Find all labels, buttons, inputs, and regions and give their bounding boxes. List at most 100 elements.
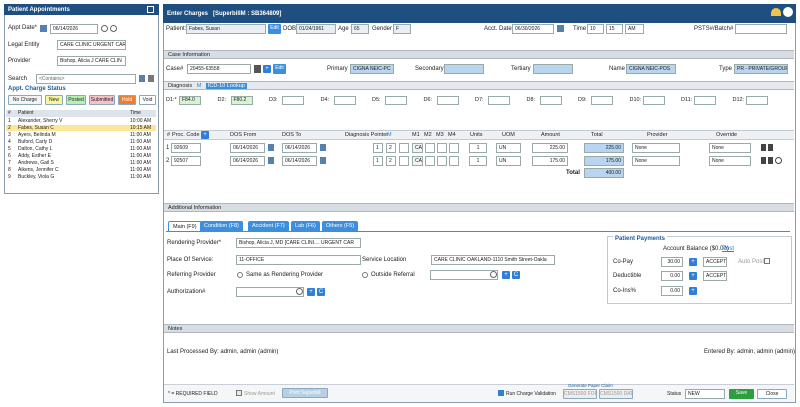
- modifier-2-input[interactable]: [425, 143, 435, 153]
- appointment-row[interactable]: 6 Addy, Esther E 11:00 AM: [6, 153, 156, 159]
- dos-to-input[interactable]: 06/14/2026: [282, 143, 317, 153]
- pointer-1-input[interactable]: 1: [373, 143, 383, 153]
- status-void-button[interactable]: Void: [139, 95, 156, 105]
- appointment-row[interactable]: 7 Andrews, Gail S 11:00 AM: [6, 160, 156, 166]
- icd-lookup-button[interactable]: ICD-10 Lookup: [205, 83, 247, 89]
- dos-from-input[interactable]: 06/14/2026: [230, 156, 265, 166]
- save-button[interactable]: Save: [729, 389, 754, 399]
- next-day-icon[interactable]: [110, 25, 117, 32]
- provider-select[interactable]: None: [632, 156, 680, 166]
- psts-input[interactable]: [735, 24, 787, 34]
- uom-select[interactable]: UN: [496, 143, 521, 153]
- referring-lookup-icon[interactable]: [490, 271, 497, 278]
- same-as-rendering-radio[interactable]: [237, 272, 243, 278]
- dx-input[interactable]: [282, 96, 304, 105]
- dos-to-input[interactable]: 06/14/2026: [282, 156, 317, 166]
- hour-select[interactable]: 10: [587, 24, 604, 34]
- tab-others-f[interactable]: Others (F5): [322, 221, 359, 231]
- ampm-select[interactable]: AM: [625, 24, 644, 34]
- add-row-icon[interactable]: [775, 157, 782, 164]
- patient-edit-button[interactable]: Edit: [268, 24, 281, 34]
- modifier-4-input[interactable]: [449, 143, 459, 153]
- dos-from-calendar-icon[interactable]: [268, 157, 274, 164]
- appointment-row[interactable]: 9 Buckley, Viola G 11:00 AM: [6, 174, 156, 180]
- case-input[interactable]: 20455-63558: [187, 64, 251, 74]
- case-edit-button[interactable]: Edit: [273, 64, 286, 74]
- status-posted-button[interactable]: Posted: [66, 95, 86, 105]
- status-hold-button[interactable]: Hold: [118, 95, 136, 105]
- deductible-input[interactable]: 0.00: [661, 271, 683, 281]
- dos-to-calendar-icon[interactable]: [320, 144, 326, 151]
- calendar-small-icon[interactable]: [139, 75, 145, 82]
- minute-select[interactable]: 15: [606, 24, 623, 34]
- copy-icon[interactable]: [761, 144, 766, 151]
- copay-input[interactable]: 30.00: [661, 257, 683, 267]
- run-validation-checkbox[interactable]: [498, 390, 504, 396]
- legal-entity-select[interactable]: CARE CLINIC URGENT CAR: [57, 40, 126, 50]
- show-amount-checkbox[interactable]: [236, 390, 242, 396]
- appointment-row[interactable]: 3 Ayers, Belinda M 11:00 AM: [6, 132, 156, 138]
- dos-from-calendar-icon[interactable]: [268, 144, 274, 151]
- provider-select[interactable]: Bishop, Alicia J CARE CLIN: [57, 56, 126, 66]
- dx-input[interactable]: [436, 96, 459, 105]
- modifier-4-input[interactable]: [449, 156, 459, 166]
- tab-condition-f[interactable]: Condition (F8): [200, 221, 243, 231]
- case-lookup-icon[interactable]: [254, 65, 261, 73]
- help-icon[interactable]: [771, 8, 781, 16]
- play-icon[interactable]: [783, 7, 793, 17]
- appointment-row[interactable]: 4 Buford, Carly D 11:00 AM: [6, 139, 156, 145]
- modifier-3-input[interactable]: [437, 143, 447, 153]
- dx-input[interactable]: [488, 96, 510, 105]
- close-button[interactable]: Close: [757, 389, 787, 399]
- referring-clear-button[interactable]: C: [512, 271, 520, 279]
- pointer-1-input[interactable]: 1: [373, 156, 383, 166]
- dx-input[interactable]: [591, 96, 613, 105]
- coins-input[interactable]: 0.00: [661, 286, 683, 296]
- amount-input[interactable]: 175.00: [532, 156, 568, 166]
- authorization-clear-button[interactable]: C: [317, 288, 325, 296]
- delete-icon[interactable]: [768, 144, 773, 151]
- copay-add-button[interactable]: +: [689, 258, 697, 266]
- authorization-add-button[interactable]: +: [307, 288, 315, 296]
- delete-icon[interactable]: [768, 157, 773, 164]
- tab-accident-f[interactable]: Accident (F7): [248, 221, 289, 231]
- auto-post-checkbox[interactable]: [764, 258, 770, 264]
- appointment-row[interactable]: 8 Aikens, Jennifer C 11:00 AM: [6, 167, 156, 173]
- outside-referral-radio[interactable]: [362, 272, 368, 278]
- tab-lab-f[interactable]: Lab (F6): [291, 221, 320, 231]
- acct-calendar-icon[interactable]: [557, 25, 564, 32]
- dx-input[interactable]: [745, 96, 768, 105]
- pointer-2-input[interactable]: 2: [386, 143, 396, 153]
- print-superbill-button[interactable]: Print Superbill: [282, 388, 328, 398]
- dx-input[interactable]: [333, 96, 356, 105]
- tab-main-f[interactable]: Main (F9): [168, 221, 202, 231]
- cms1500-data-button[interactable]: CMS1500 DATA: [599, 389, 633, 399]
- dx-input[interactable]: [539, 96, 562, 105]
- referring-input[interactable]: [430, 270, 498, 280]
- dx-input[interactable]: F80.2: [230, 96, 253, 105]
- status-no-charge-button[interactable]: No Charge: [8, 95, 42, 105]
- place-of-service-select[interactable]: 11-OFFICE: [236, 255, 361, 265]
- coins-add-button[interactable]: +: [689, 287, 697, 295]
- dx-input[interactable]: F84.0: [179, 96, 201, 105]
- modifier-1-input[interactable]: CA: [412, 143, 423, 153]
- dos-from-input[interactable]: 06/14/2026: [230, 143, 265, 153]
- rendering-provider-select[interactable]: Bishop, Alicia J, MD [CARE CLINI.... URG…: [236, 238, 361, 248]
- authorization-lookup-icon[interactable]: [296, 288, 303, 295]
- copay-status-select[interactable]: ACCEPT: [703, 257, 727, 267]
- appointment-row[interactable]: 2 Fabes, Susan C 10:15 AM: [6, 125, 156, 131]
- uom-select[interactable]: UN: [496, 156, 521, 166]
- diagnosis-m-icon[interactable]: M: [197, 83, 202, 89]
- modifier-2-input[interactable]: [425, 156, 435, 166]
- add-proc-button[interactable]: +: [201, 131, 209, 139]
- copy-icon[interactable]: [761, 157, 766, 164]
- notes-section-header[interactable]: Notes: [164, 324, 794, 333]
- case-add-button[interactable]: +: [263, 65, 271, 73]
- proc-code-input[interactable]: 92609: [171, 143, 201, 153]
- dx-input[interactable]: [385, 96, 407, 105]
- deductible-status-select[interactable]: ACCEPT: [703, 271, 727, 281]
- units-input[interactable]: 1: [469, 143, 487, 153]
- override-select[interactable]: None: [709, 143, 751, 153]
- dos-to-calendar-icon[interactable]: [320, 157, 326, 164]
- pointer-3-input[interactable]: [399, 156, 409, 166]
